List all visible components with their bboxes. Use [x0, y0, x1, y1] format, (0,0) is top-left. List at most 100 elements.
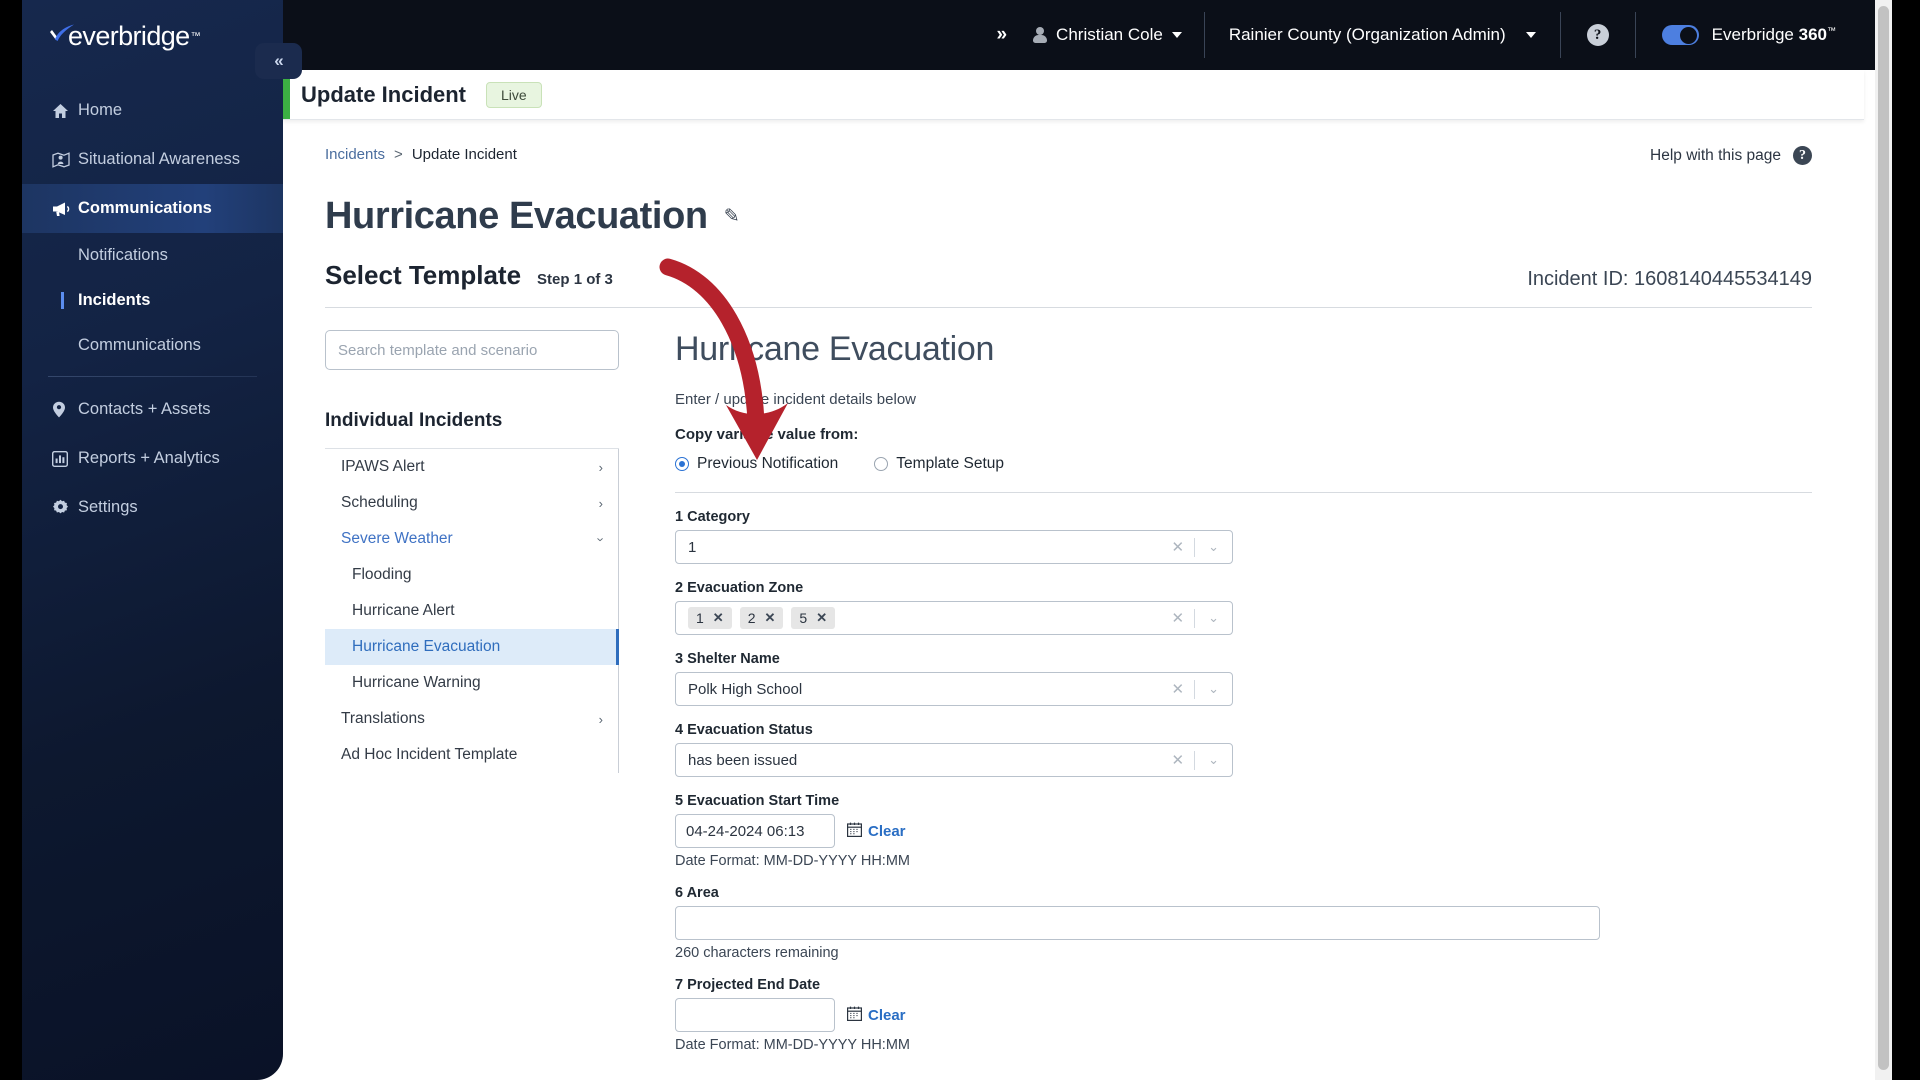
vertical-scrollbar[interactable]	[1875, 0, 1892, 1080]
template-section-heading: Individual Incidents	[325, 410, 503, 431]
chip-remove-icon[interactable]: ✕	[816, 610, 827, 626]
category-select[interactable]: 1 ✕ ⌄	[675, 530, 1233, 564]
field-evacuation-status: 4 Evacuation Status has been issued ✕ ⌄	[675, 722, 1812, 777]
chip[interactable]: 5 ✕	[791, 607, 836, 629]
template-group-ipaws-alert[interactable]: IPAWS Alert ›	[325, 449, 619, 485]
breadcrumb: Incidents > Update Incident	[283, 146, 1864, 163]
sidebar-item-label: Settings	[78, 498, 138, 516]
chevron-down-icon[interactable]: ⌄	[1195, 681, 1232, 697]
divider	[675, 492, 1812, 493]
gear-icon	[52, 499, 78, 516]
search-input[interactable]	[325, 330, 619, 370]
organization-selector[interactable]: Rainier County (Organization Admin)	[1205, 25, 1560, 45]
characters-remaining-hint: 260 characters remaining	[675, 945, 839, 961]
chevron-down-icon[interactable]: ⌄	[1195, 539, 1232, 555]
sidebar-item-contacts-assets[interactable]: Contacts + Assets	[22, 385, 283, 434]
toggle-switch-icon[interactable]	[1661, 25, 1699, 45]
question-mark-icon: ?	[1793, 146, 1812, 165]
field-category: 1 Category 1 ✕ ⌄	[675, 509, 1812, 564]
calendar-icon[interactable]	[847, 1006, 863, 1025]
calendar-icon[interactable]	[847, 822, 863, 841]
clear-projected-end-date-link[interactable]: Clear	[868, 1007, 906, 1024]
template-label: Flooding	[352, 566, 412, 583]
date-format-hint: Date Format: MM-DD-YYYY HH:MM	[675, 1037, 910, 1053]
template-item-hurricane-evacuation[interactable]: Hurricane Evacuation	[325, 629, 619, 665]
everbridge-logo[interactable]: everbridge ™	[48, 14, 201, 58]
chip[interactable]: 1 ✕	[688, 607, 732, 629]
template-item-hurricane-warning[interactable]: Hurricane Warning	[325, 665, 619, 701]
left-gutter	[0, 0, 22, 1080]
sidebar-item-notifications[interactable]: Notifications	[22, 233, 283, 278]
chip-remove-icon[interactable]: ✕	[713, 610, 724, 626]
sidebar-item-situational-awareness[interactable]: Situational Awareness	[22, 135, 283, 184]
sidebar-item-home[interactable]: Home	[22, 86, 283, 135]
template-item-hurricane-alert[interactable]: Hurricane Alert	[325, 593, 619, 629]
breadcrumb-link-incidents[interactable]: Incidents	[325, 146, 385, 163]
start-time-input[interactable]: 04-24-2024 06:13	[675, 814, 835, 848]
field-evacuation-start-time: 5 Evacuation Start Time 04-24-2024 06:13…	[675, 793, 1812, 869]
everbridge-360-toggle[interactable]: Everbridge 360™	[1636, 25, 1836, 45]
edit-pencil-icon[interactable]: ✎	[724, 205, 740, 228]
chevron-right-icon: ›	[598, 711, 603, 727]
scrollbar-thumb[interactable]	[1878, 6, 1889, 1070]
radio-template-setup[interactable]: Template Setup	[874, 455, 1004, 473]
template-item-ad-hoc[interactable]: Ad Hoc Incident Template	[325, 737, 619, 773]
form-title: Hurricane Evacuation	[675, 330, 995, 368]
template-label: Severe Weather	[341, 530, 453, 547]
field-label: 1 Category	[675, 509, 750, 525]
clear-icon[interactable]: ✕	[1162, 538, 1195, 556]
breadcrumb-current: Update Incident	[411, 146, 517, 163]
template-group-scheduling[interactable]: Scheduling ›	[325, 485, 619, 521]
user-name: Christian Cole	[1056, 25, 1163, 44]
chevron-down-icon[interactable]: ⌄	[1195, 610, 1232, 626]
sidebar-item-label: Situational Awareness	[78, 150, 241, 168]
sidebar-divider	[48, 376, 257, 377]
sidebar-collapse-button[interactable]: «	[255, 43, 302, 79]
incident-form: Hurricane Evacuation Enter / update inci…	[622, 330, 1864, 1053]
clear-icon[interactable]: ✕	[1162, 680, 1195, 698]
field-shelter-name: 3 Shelter Name Polk High School ✕ ⌄	[675, 651, 1812, 706]
sidebar-item-settings[interactable]: Settings	[22, 483, 283, 532]
projected-end-date-input[interactable]	[675, 998, 835, 1032]
template-group-severe-weather[interactable]: Severe Weather ›	[325, 521, 619, 557]
chevron-down-icon: ›	[593, 536, 609, 542]
sidebar-item-communications-sub[interactable]: Communications	[22, 323, 283, 368]
chevron-down-icon	[1171, 32, 1182, 38]
incident-id: Incident ID: 1608140445534149	[1527, 268, 1812, 290]
form-subtitle: Enter / update incident details below	[675, 391, 916, 408]
logo-wordmark: everbridge	[68, 20, 190, 51]
selected-value: 1	[688, 538, 697, 556]
user-menu[interactable]: Christian Cole	[1032, 25, 1204, 45]
clear-icon[interactable]: ✕	[1162, 609, 1195, 627]
clear-start-time-link[interactable]: Clear	[868, 823, 906, 840]
logo-trademark: ™	[190, 30, 201, 42]
radio-previous-notification[interactable]: Previous Notification	[675, 455, 838, 473]
radio-label: Template Setup	[896, 455, 1005, 472]
expand-chevron-icon[interactable]: »	[970, 24, 1032, 46]
chevron-down-icon[interactable]: ⌄	[1195, 752, 1232, 768]
step-indicator: Step 1 of 3	[537, 271, 613, 288]
help-with-page-link[interactable]: Help with this page ?	[1650, 146, 1812, 165]
area-input[interactable]	[675, 906, 1600, 940]
sidebar-item-reports-analytics[interactable]: Reports + Analytics	[22, 434, 283, 483]
shelter-name-select[interactable]: Polk High School ✕ ⌄	[675, 672, 1233, 706]
template-label: Translations	[341, 710, 425, 727]
map-pin-person-icon	[52, 151, 78, 168]
sidebar-item-label: Communications	[78, 336, 201, 354]
status-badge: Live	[486, 81, 542, 108]
sidebar-item-communications[interactable]: Communications	[22, 184, 283, 233]
help-button[interactable]: ?	[1561, 24, 1635, 46]
sidebar-item-incidents[interactable]: Incidents	[22, 278, 283, 323]
chip[interactable]: 2 ✕	[739, 607, 784, 629]
chip-remove-icon[interactable]: ✕	[765, 610, 776, 626]
person-icon	[1032, 26, 1047, 44]
field-area: 6 Area 260 characters remaining	[675, 885, 1812, 961]
clear-icon[interactable]: ✕	[1162, 751, 1195, 769]
sidebar-item-label: Home	[78, 101, 123, 119]
template-item-flooding[interactable]: Flooding	[325, 557, 619, 593]
date-value: 04-24-2024 06:13	[686, 822, 805, 840]
sidebar-item-label: Communications	[78, 199, 212, 217]
template-group-translations[interactable]: Translations ›	[325, 701, 619, 737]
evacuation-status-select[interactable]: has been issued ✕ ⌄	[675, 743, 1233, 777]
evacuation-zone-multiselect[interactable]: 1 ✕ 2 ✕ 5 ✕ ✕ ⌄	[675, 601, 1233, 635]
